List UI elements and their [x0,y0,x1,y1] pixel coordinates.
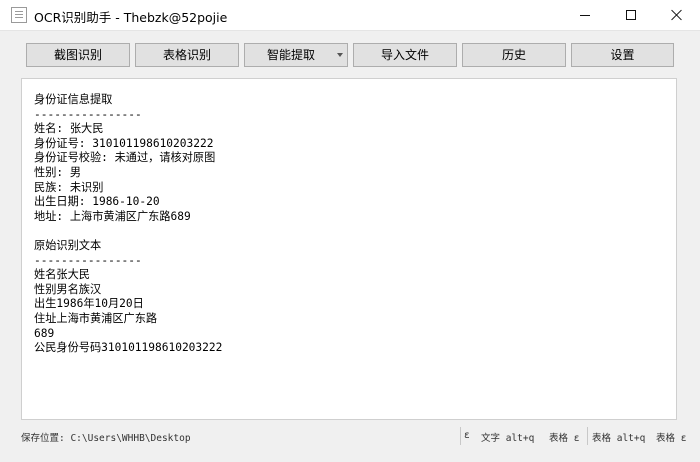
text-line [34,224,222,239]
hotkey-table-2: 表格 alt+q [592,433,646,444]
status-divider [587,427,588,445]
hotkey-table-3: 表格 ε [656,433,687,444]
text-line: 出生日期: 1986-10-20 [34,195,160,209]
hotkey-text: 文字 alt+q [481,433,535,444]
text-line: 身份证信息提取 [34,93,113,106]
text-line: ---------------- [34,107,142,121]
table-ocr-button[interactable]: 表格识别 [135,43,239,67]
maximize-button[interactable] [608,0,654,30]
history-button[interactable]: 历史 [462,43,566,67]
text-line: 民族: 未识别 [34,180,104,194]
text-line: 姓名张大民 [34,268,90,282]
status-bar: 保存位置: C:\Users\WHHB\Desktop ε 文字 alt+q 表… [0,425,700,447]
text-line: 性别: 男 [34,165,82,179]
text-line: 原始识别文本 [34,238,102,252]
close-button[interactable] [654,0,700,30]
smart-extract-label: 智能提取 [267,48,316,62]
text-line: 住址上海市黄浦区广东路 [34,311,158,325]
text-line: ---------------- [34,253,142,267]
chevron-down-icon[interactable] [337,53,343,57]
text-line: 689 [34,326,55,340]
text-line: 出生1986年10月20日 [34,297,144,311]
app-icon [11,7,27,23]
toolbar: 截图识别 表格识别 智能提取 导入文件 历史 设置 [26,43,674,67]
maximize-icon [626,10,636,20]
text-line: 地址: 上海市黄浦区广东路689 [34,209,191,223]
minimize-button[interactable] [562,0,608,30]
minimize-icon [580,14,590,16]
smart-extract-button[interactable]: 智能提取 [244,43,348,67]
title-bar: OCR识别助手 - Thebzk@52pojie [0,0,700,31]
status-divider [460,427,461,445]
save-location-label: 保存位置: C:\Users\WHHB\Desktop [21,433,191,444]
hotkey-table: 表格 ε [549,433,580,444]
result-text-area[interactable]: 身份证信息提取 ---------------- 姓名: 张大民 身份证号: 3… [21,78,677,420]
text-line: 姓名: 张大民 [34,122,104,136]
window-title: OCR识别助手 - Thebzk@52pojie [34,10,228,25]
text-line: 性别男名族汉 [34,282,102,296]
close-icon [671,9,683,21]
text-line: 公民身份号码310101198610203222 [34,341,223,355]
hotkey-item: ε [464,430,470,441]
screenshot-ocr-button[interactable]: 截图识别 [26,43,130,67]
text-line: 身份证号: 310101198610203222 [34,136,214,150]
result-text: 身份证信息提取 ---------------- 姓名: 张大民 身份证号: 3… [34,93,222,356]
settings-button[interactable]: 设置 [571,43,674,67]
text-line: 身份证号校验: 未通过，请核对原图 [34,151,216,165]
import-file-button[interactable]: 导入文件 [353,43,457,67]
